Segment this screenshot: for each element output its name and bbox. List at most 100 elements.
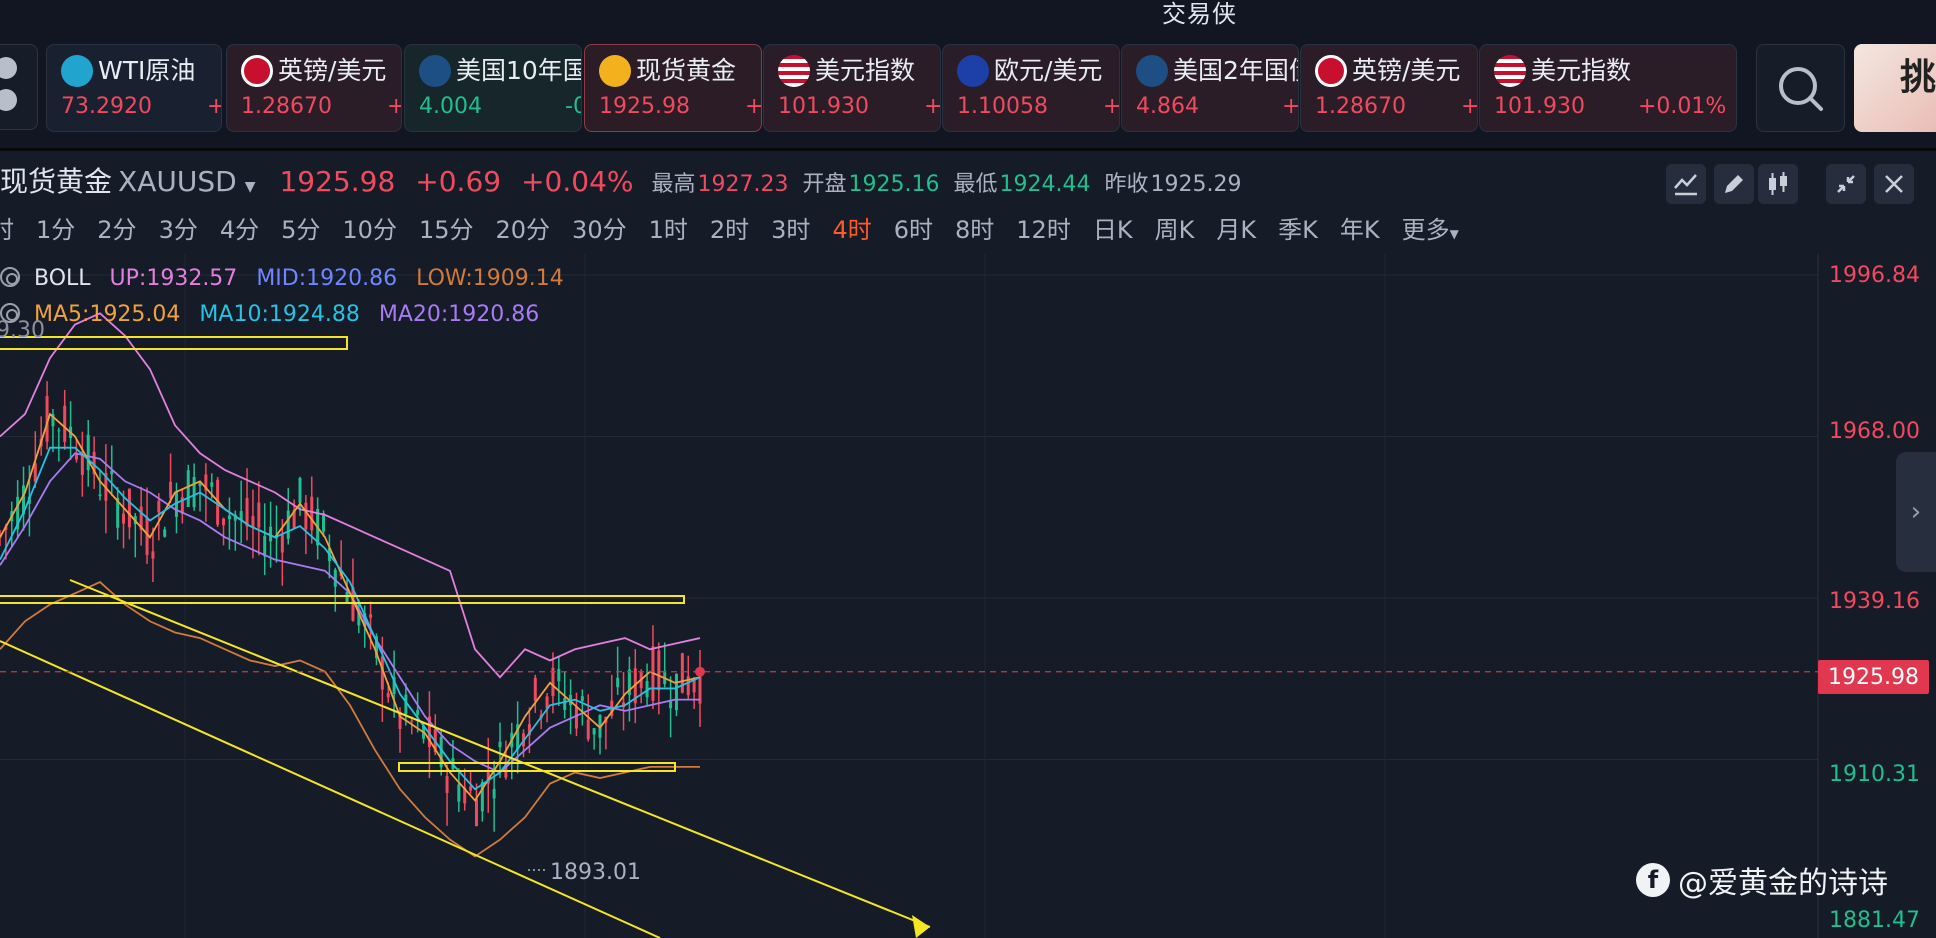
ticker-change: -0. [565,94,581,119]
settings-icon[interactable] [0,267,20,287]
candle-body [186,470,190,507]
indicator-icon [1674,174,1697,196]
candle-type-button[interactable] [1758,164,1798,204]
tab-period[interactable]: 季K [1278,210,1318,244]
series-line-ma5 [0,412,701,802]
candle-body [657,650,661,691]
symbol-name[interactable]: 现货黄金 [0,160,112,200]
tab-period[interactable]: 4分 [220,210,259,244]
candle-body [498,741,502,748]
candle-body [157,500,161,513]
candle-body [557,668,561,682]
ticker-xauusd[interactable]: 现货黄金 1925.98 +0. [584,44,762,132]
search-icon [1779,67,1823,111]
tab-period[interactable]: 3分 [159,210,198,244]
tab-period[interactable]: 3时 [771,210,810,244]
uk-flag-icon [241,55,273,87]
bond-chart-icon [1136,55,1168,87]
tab-period-active[interactable]: 4时 [832,210,871,244]
ticker-change: +0. [387,94,401,119]
prev-close-value: 1925.29 [1150,172,1242,197]
ticker-us2y[interactable]: 美国2年国债 4.864 +0. [1121,44,1299,132]
ticker-dxy-2[interactable]: 美元指数 101.930 +0.01% [1479,44,1737,132]
indicator-button[interactable] [1666,164,1706,204]
author-watermark: f @爱黄金的诗诗 [1636,858,1888,902]
candle-body [410,720,414,722]
ticker-wti[interactable]: WTI原油 73.2920 +0. [46,44,222,132]
candle-body [57,430,61,432]
tab-period[interactable]: 年K [1340,210,1380,244]
candle-body [127,488,131,528]
high-price-label: 9.30 [0,318,45,343]
expand-panel-button[interactable]: › [1896,452,1936,572]
close-button[interactable] [1874,164,1914,204]
collapse-button[interactable] [1826,164,1866,204]
search-button[interactable] [1756,44,1845,132]
tab-period[interactable]: 12时 [1016,210,1071,244]
tab-period[interactable]: 时 [0,210,14,244]
candle-body [310,496,314,531]
ticker-change: +0. [1282,94,1299,119]
y-tick: 1910.31 [1829,762,1920,787]
ticker-price: 1.10058 [957,94,1048,119]
symbol-code[interactable]: XAUUSD [118,165,237,198]
tab-period[interactable]: 10分 [342,210,397,244]
ticker-name: 欧元/美元 [994,56,1103,85]
tab-period[interactable]: 15分 [419,210,474,244]
tab-period[interactable]: 8时 [955,210,994,244]
pencil-icon [1725,175,1743,193]
candle-body [492,789,496,799]
ticker-name: 美元指数 [815,56,916,85]
candle-body [98,494,102,497]
resistance-zone [0,336,348,350]
ticker-price: 1.28670 [241,94,332,119]
tab-period[interactable]: 20分 [496,210,551,244]
ma10: MA10:1924.88 [199,302,360,327]
draw-button[interactable] [1714,164,1754,204]
tab-period[interactable]: 2分 [97,210,136,244]
chevron-right-icon: › [1910,497,1922,527]
uk-flag-icon [1315,55,1347,87]
tab-more[interactable]: 更多▼ [1402,210,1459,244]
tab-period[interactable]: 2时 [710,210,749,244]
tab-period[interactable]: 周K [1155,210,1195,244]
candle-body [445,776,449,793]
ticker-gbpusd-2[interactable]: 英镑/美元 1.28670 +0. [1300,44,1478,132]
menu-button[interactable] [0,44,38,130]
ma20: MA20:1920.86 [378,302,540,327]
collapse-icon [1837,175,1855,193]
tab-period[interactable]: 6时 [894,210,933,244]
ticker-price: 73.2920 [61,94,152,119]
promo-text: 挑 [1900,57,1936,98]
divider [0,148,1936,151]
trendline-upper [69,579,931,928]
close-icon [1885,175,1903,193]
candle-body [457,784,461,802]
candle-body [304,502,308,530]
tab-period[interactable]: 日K [1093,210,1133,244]
candle-body [580,696,584,702]
candle-body [163,529,167,537]
candle-body [680,653,684,693]
tab-period[interactable]: 5分 [281,210,320,244]
tab-period[interactable]: 30分 [572,210,627,244]
ticker-us10y[interactable]: 美国10年国 4.004 -0. [404,44,582,132]
ticker-name: 美元指数 [1531,56,1632,85]
chevron-down-icon[interactable]: ▼ [245,179,256,195]
tab-period[interactable]: 1分 [36,210,75,244]
candle-body [616,677,620,688]
high-value: 1927.23 [697,172,789,197]
candle-body [563,697,567,710]
ticker-eurusd[interactable]: 欧元/美元 1.10058 +0. [942,44,1120,132]
tab-period[interactable]: 月K [1216,210,1256,244]
promo-banner[interactable]: 挑 [1854,44,1936,132]
ticker-dxy[interactable]: 美元指数 101.930 +0. [763,44,941,132]
us-flag-icon [778,55,810,87]
app-title: 交易侠 [1162,0,1237,28]
tab-period[interactable]: 1时 [649,210,688,244]
candle-body [574,706,578,729]
ticker-gbpusd[interactable]: 英镑/美元 1.28670 +0. [226,44,402,132]
candle-body [674,673,678,711]
current-price-dot [695,666,705,677]
price-chart[interactable] [0,254,1936,938]
